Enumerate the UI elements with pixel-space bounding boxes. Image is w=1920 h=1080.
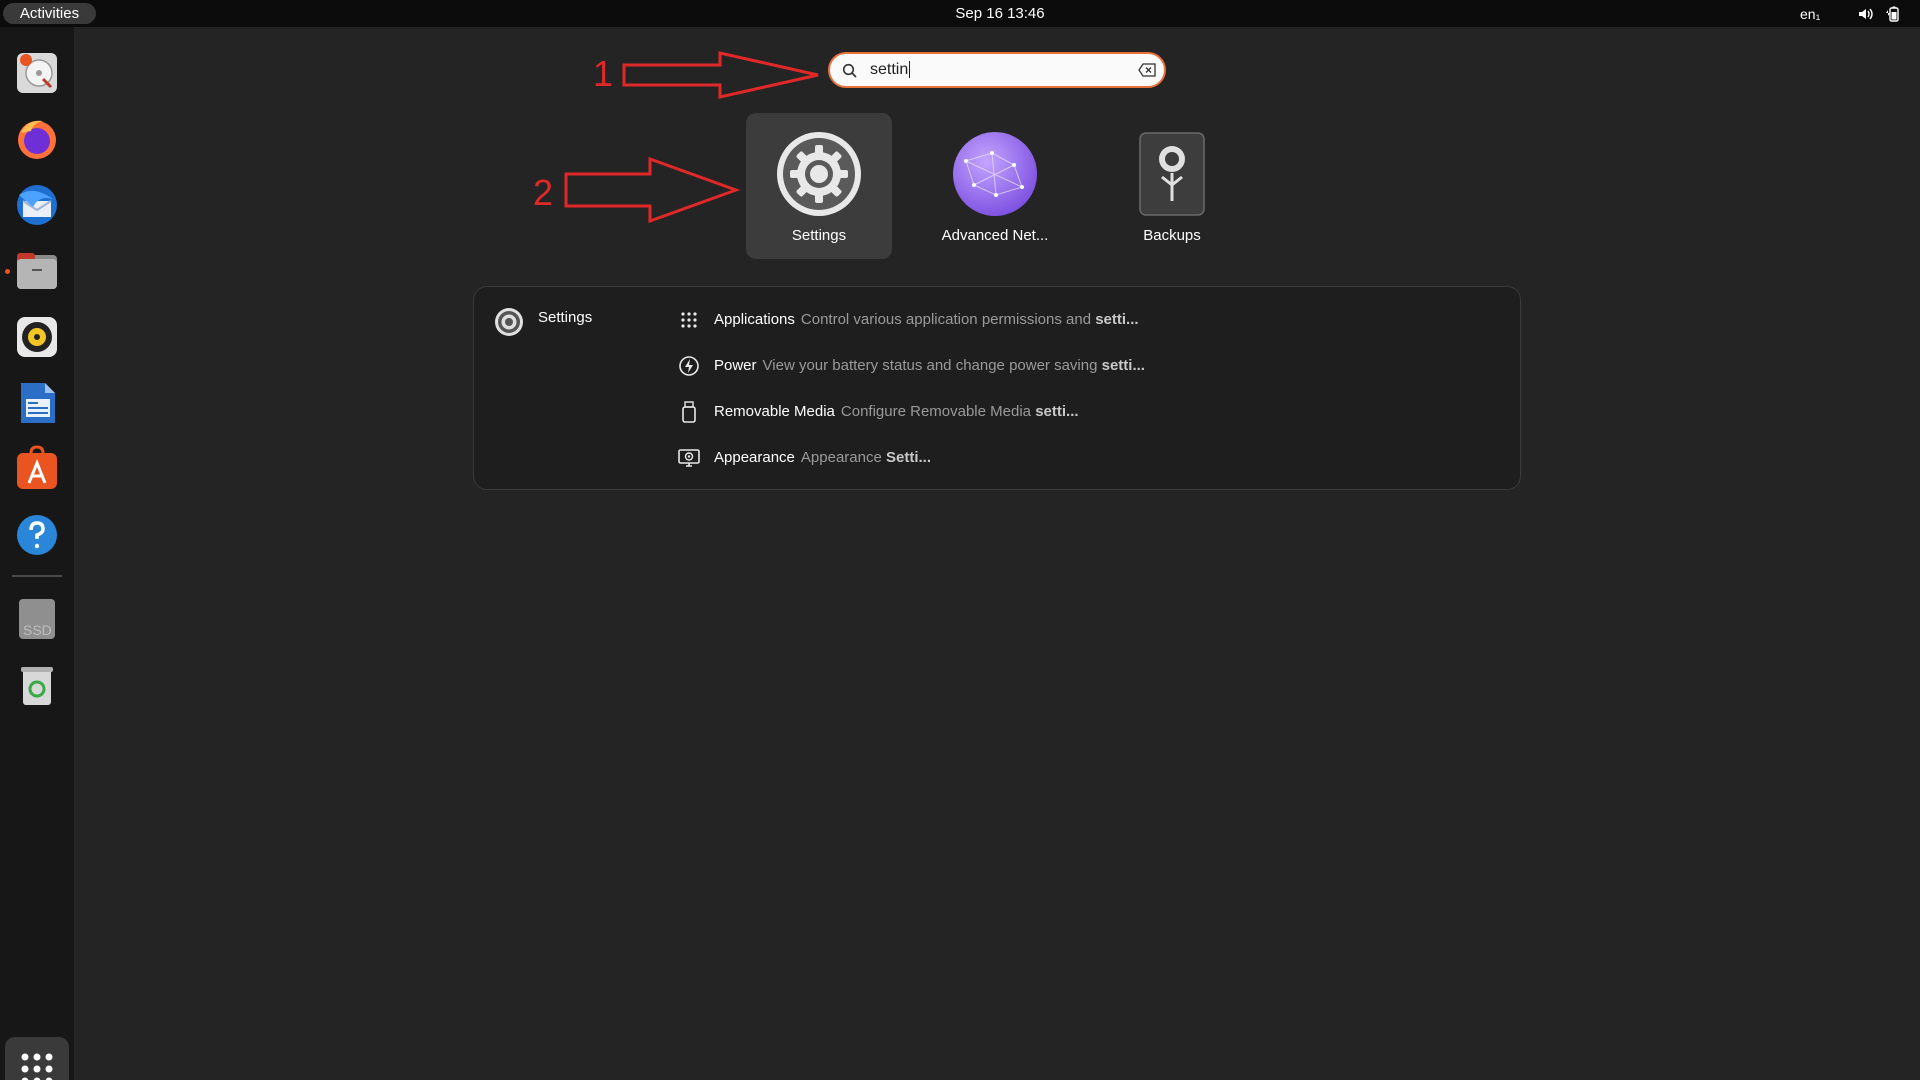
settings-search-results: Settings Applications Control various app… <box>473 286 1521 490</box>
firefox-icon[interactable] <box>13 115 61 163</box>
result-title: Applications <box>714 311 795 328</box>
power-icon <box>679 356 699 376</box>
battery-icon[interactable] <box>1884 5 1902 23</box>
annotation-number-1: 1 <box>593 53 614 94</box>
result-description: Control various application permissions … <box>800 311 1096 328</box>
settings-gear-icon <box>777 132 861 216</box>
thunderbird-icon[interactable] <box>13 181 61 229</box>
app-label-backups: Backups <box>1143 227 1201 244</box>
show-apps-button[interactable] <box>5 1037 69 1080</box>
libreoffice-writer-icon[interactable] <box>13 379 61 427</box>
dock-separator <box>12 575 62 577</box>
keyboard-layout-indicator[interactable]: en₁ <box>1800 0 1820 27</box>
result-match: setti... <box>1095 311 1139 328</box>
network-globe-icon <box>953 132 1037 216</box>
app-label-settings: Settings <box>791 227 847 244</box>
activities-button[interactable]: Activities <box>3 3 96 24</box>
show-apps-icon <box>21 1053 53 1080</box>
search-icon <box>842 63 857 78</box>
volume-icon[interactable] <box>1857 5 1875 23</box>
removable-media-icon <box>682 401 696 423</box>
result-match: setti... <box>1035 403 1079 420</box>
app-grid-icon <box>681 312 697 328</box>
app-tile-settings[interactable]: Settings <box>746 113 892 259</box>
running-indicator <box>5 269 10 274</box>
result-title: Power <box>714 357 757 374</box>
result-title: Appearance <box>714 449 795 466</box>
result-title: Removable Media <box>714 403 835 420</box>
clear-search-icon[interactable] <box>1138 63 1156 77</box>
app-tile-advanced-network[interactable]: Advanced Net... <box>922 113 1068 259</box>
appearance-icon <box>678 449 700 467</box>
trash-icon[interactable] <box>13 661 61 709</box>
result-removable-media[interactable]: Removable Media Configure Removable Media… <box>678 396 1498 426</box>
help-icon[interactable] <box>13 511 61 559</box>
app-center-icon[interactable] <box>13 445 61 493</box>
annotation-number-2: 2 <box>533 172 554 213</box>
result-match: setti... <box>1101 357 1145 374</box>
result-appearance[interactable]: Appearance Appearance Setti... <box>678 442 1498 472</box>
dock: SSD <box>0 27 74 1080</box>
svg-text:SSD: SSD <box>23 622 52 638</box>
result-description: View your battery status and change powe… <box>762 357 1102 374</box>
annotation-arrow-2 <box>564 156 740 224</box>
result-match: Setti... <box>885 449 931 466</box>
app-tile-backups[interactable]: Backups <box>1099 113 1245 259</box>
result-description: Appearance <box>800 449 886 466</box>
search-box[interactable] <box>828 52 1166 88</box>
result-power[interactable]: Power View your battery status and change… <box>678 350 1498 380</box>
files-icon[interactable] <box>13 247 61 295</box>
disk-utility-icon[interactable] <box>13 49 61 97</box>
provider-name: Settings <box>538 309 593 326</box>
app-label-advanced-network: Advanced Net... <box>941 227 1049 244</box>
search-input[interactable] <box>870 58 1120 82</box>
result-description: Configure Removable Media <box>840 403 1036 420</box>
rhythmbox-icon[interactable] <box>13 313 61 361</box>
clock[interactable]: Sep 16 13:46 <box>900 0 1100 27</box>
ssd-drive-icon[interactable]: SSD <box>13 595 61 643</box>
backups-safe-icon <box>1139 132 1205 216</box>
top-bar: Activities Sep 16 13:46 en₁ <box>0 0 1920 27</box>
annotation-arrow-1 <box>622 51 819 99</box>
settings-provider-icon[interactable] <box>494 307 524 337</box>
text-caret <box>909 61 910 78</box>
result-applications[interactable]: Applications Control various application … <box>678 304 1498 334</box>
